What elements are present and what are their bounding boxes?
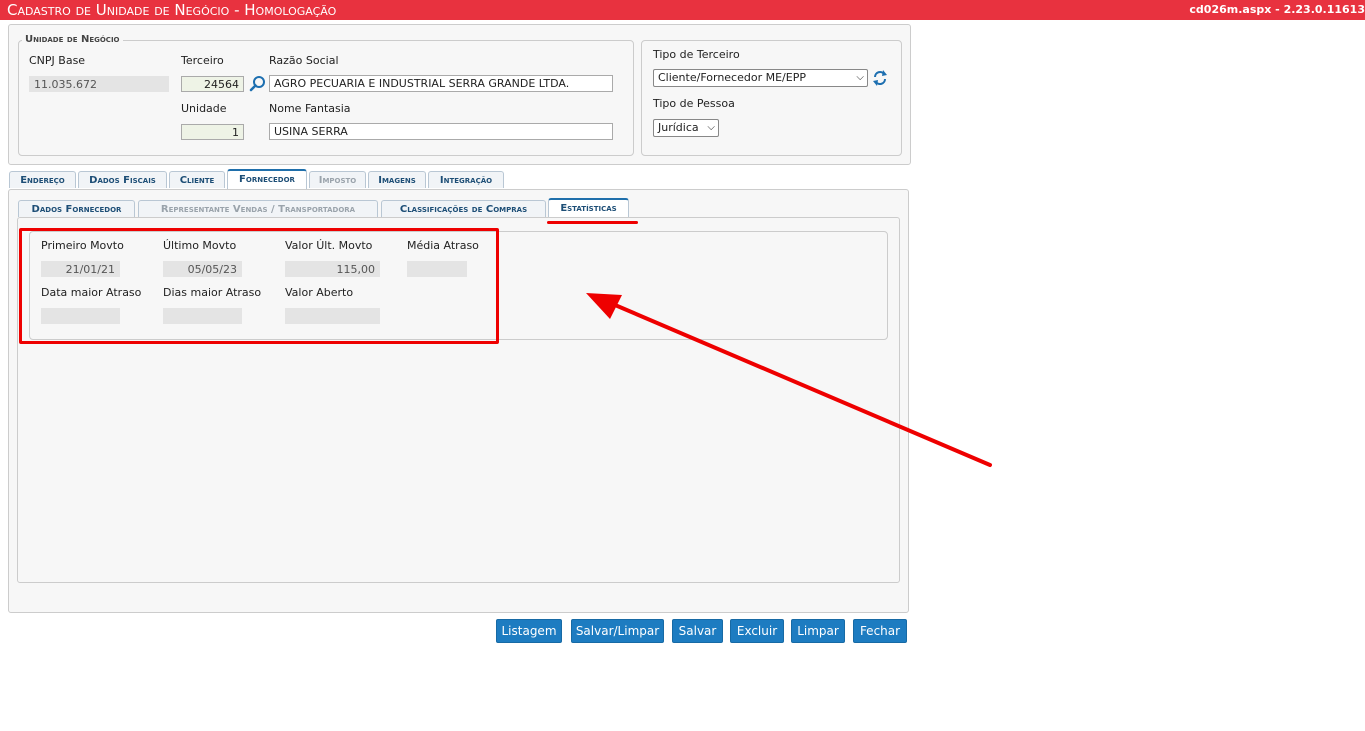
annotation-underline — [547, 221, 638, 224]
tab-endereco[interactable]: Endereço — [9, 171, 76, 188]
subtab-classificacoes[interactable]: Classificações de Compras — [381, 200, 546, 217]
title-bar: Cadastro de Unidade de Negócio - Homolog… — [0, 0, 1365, 20]
salvar-button[interactable]: Salvar — [672, 619, 723, 643]
tab-integracao[interactable]: Integração — [428, 171, 504, 188]
tab-fornecedor[interactable]: Fornecedor — [227, 169, 307, 189]
version-text: cd026m.aspx - 2.23.0.11613 — [1189, 3, 1365, 16]
tipo-terceiro-label: Tipo de Terceiro — [653, 48, 740, 61]
razao-label: Razão Social — [269, 54, 339, 67]
cnpj-label: CNPJ Base — [29, 54, 86, 67]
listagem-button[interactable]: Listagem — [496, 619, 562, 643]
tipo-pessoa-value: Jurídica — [658, 121, 699, 134]
subtab-dados-fornecedor[interactable]: Dados Fornecedor — [18, 200, 135, 217]
tipo-terceiro-value: Cliente/Fornecedor ME/EPP — [658, 71, 806, 84]
subtab-representante[interactable]: Representante Vendas / Transportadora — [138, 200, 378, 217]
annotation-arrow — [586, 293, 992, 467]
annotation-box — [19, 228, 499, 344]
fantasia-label: Nome Fantasia — [269, 102, 351, 115]
razao-field[interactable]: AGRO PECUARIA E INDUSTRIAL SERRA GRANDE … — [269, 75, 613, 92]
cnpj-field[interactable]: 11.035.672 — [29, 76, 169, 92]
tab-cliente[interactable]: Cliente — [169, 171, 225, 188]
refresh-icon[interactable] — [872, 69, 888, 87]
limpar-button[interactable]: Limpar — [791, 619, 845, 643]
fantasia-field[interactable]: USINA SERRA — [269, 123, 613, 140]
unidade-legend: Unidade de Negócio — [22, 34, 123, 45]
chevron-down-icon: ⌵ — [856, 72, 864, 83]
terceiro-label: Terceiro — [181, 54, 224, 67]
tab-imposto[interactable]: Imposto — [309, 171, 366, 188]
subtab-estatisticas[interactable]: Estatísticas — [548, 198, 629, 218]
fechar-button[interactable]: Fechar — [853, 619, 907, 643]
salvar-limpar-button[interactable]: Salvar/Limpar — [571, 619, 664, 643]
unidade-field[interactable]: 1 — [181, 124, 244, 140]
tipo-pessoa-select[interactable]: Jurídica ⌵ — [653, 119, 719, 137]
tab-dados-fiscais[interactable]: Dados Fiscais — [78, 171, 167, 188]
excluir-button[interactable]: Excluir — [730, 619, 784, 643]
tab-imagens[interactable]: Imagens — [368, 171, 426, 188]
tipo-pessoa-label: Tipo de Pessoa — [653, 97, 735, 110]
unidade-label: Unidade — [181, 102, 227, 115]
chevron-down-icon: ⌵ — [707, 122, 715, 133]
page-title: Cadastro de Unidade de Negócio - Homolog… — [7, 1, 337, 19]
magnifier-icon[interactable] — [249, 75, 267, 93]
tipo-terceiro-select[interactable]: Cliente/Fornecedor ME/EPP ⌵ — [653, 69, 868, 87]
terceiro-field[interactable]: 24564 — [181, 76, 244, 92]
